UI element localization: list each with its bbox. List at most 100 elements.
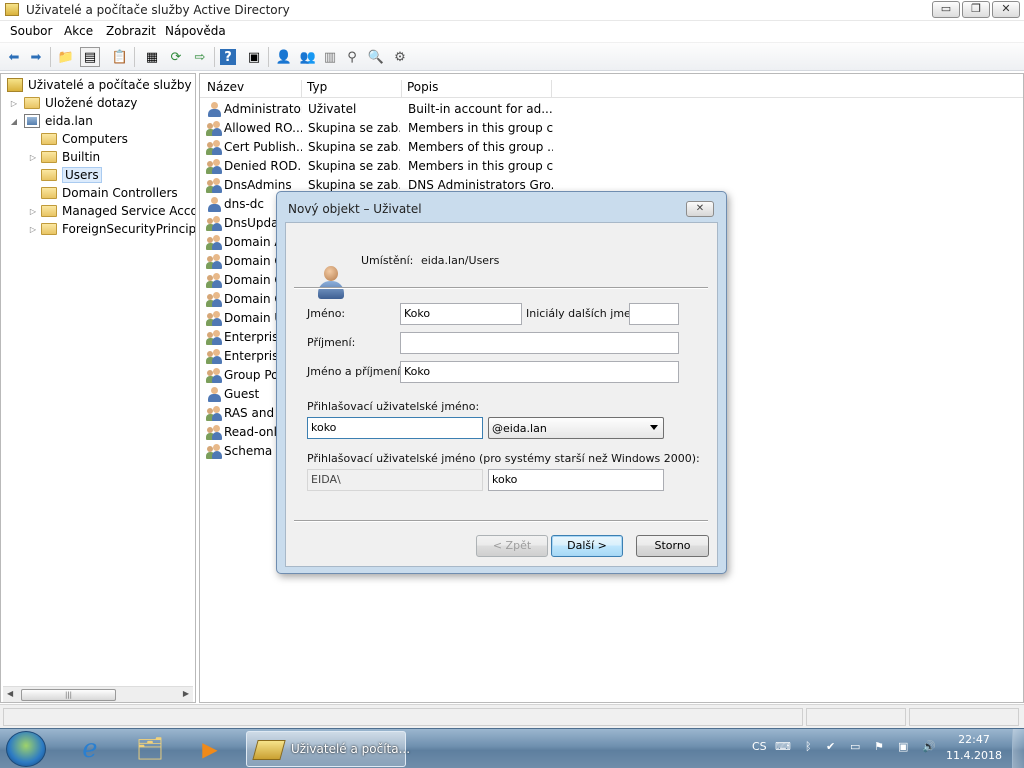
- cell-type: Skupina se zab...: [308, 159, 400, 173]
- keyboard-icon[interactable]: ⌨: [775, 740, 791, 753]
- column-header-type[interactable]: Typ: [307, 80, 402, 98]
- tree-item-managed-service-accounts[interactable]: ▷ Managed Service Accounts: [28, 202, 195, 220]
- divider: [294, 287, 708, 289]
- tree-item-domain[interactable]: ◢ eida.lan: [9, 112, 93, 130]
- tree-item-label: Users: [62, 167, 102, 183]
- tree-item-users[interactable]: Users: [41, 166, 102, 184]
- group-icon: [206, 159, 222, 174]
- properties-icon[interactable]: 📋: [110, 47, 130, 67]
- filter-icon[interactable]: ⚲: [342, 47, 362, 67]
- column-header-description[interactable]: Popis: [407, 80, 552, 98]
- vmware-icon[interactable]: ▭: [850, 740, 860, 753]
- show-tree-icon[interactable]: ▤: [80, 47, 100, 67]
- menu-help[interactable]: Nápověda: [165, 24, 226, 38]
- tree-item-saved-queries[interactable]: ▷ Uložené dotazy: [9, 94, 137, 112]
- close-button[interactable]: ✕: [992, 1, 1020, 18]
- list-item[interactable]: Allowed RO... Skupina se zab... Members in…: [200, 119, 1023, 138]
- tree-horizontal-scrollbar[interactable]: ◀ ||| ▶: [3, 686, 193, 702]
- window-titlebar: Uživatelé a počítače služby Active Direc…: [0, 0, 1024, 21]
- back-arrow-icon[interactable]: ⬅: [4, 47, 24, 67]
- taskbar-app-active-directory[interactable]: Uživatelé a počíta...: [246, 731, 410, 767]
- menu-view[interactable]: Zobrazit: [106, 24, 156, 38]
- logon-name-label: Přihlašovací uživatelské jméno:: [307, 400, 480, 413]
- collapse-arrow-icon[interactable]: ◢: [9, 117, 19, 126]
- volume-icon[interactable]: 🔊: [922, 740, 936, 753]
- cancel-button[interactable]: Storno: [636, 535, 709, 557]
- column-header-name[interactable]: Název: [207, 80, 302, 98]
- start-button[interactable]: [6, 731, 46, 767]
- upn-suffix-select[interactable]: @eida.lan: [488, 417, 664, 439]
- scroll-right-icon[interactable]: ▶: [183, 689, 189, 698]
- maximize-button[interactable]: ❐: [962, 1, 990, 18]
- new-group-icon[interactable]: 👥: [298, 47, 318, 67]
- next-button[interactable]: Další >: [551, 535, 623, 557]
- location-label: Umístění:: [361, 254, 414, 267]
- flag-icon[interactable]: ⚑: [874, 740, 884, 753]
- tree-item-label: Uložené dotazy: [45, 96, 138, 110]
- new-ou-icon[interactable]: ▥: [320, 47, 340, 67]
- expand-arrow-icon[interactable]: ▷: [28, 207, 38, 216]
- first-name-input[interactable]: Koko: [400, 303, 522, 325]
- expand-arrow-icon[interactable]: ▷: [9, 99, 19, 108]
- language-indicator[interactable]: CS: [752, 740, 767, 753]
- export-icon[interactable]: ⇨: [190, 47, 210, 67]
- up-folder-icon[interactable]: 📁: [56, 47, 76, 67]
- legacy-logon-input[interactable]: koko: [488, 469, 664, 491]
- group-icon: [206, 368, 222, 383]
- group-icon: [206, 349, 222, 364]
- show-desktop-button[interactable]: [1012, 729, 1024, 768]
- action-center-icon[interactable]: ✔: [826, 740, 835, 753]
- minimize-button[interactable]: ▭: [932, 1, 960, 18]
- tree-item-foreign-security-principals[interactable]: ▷ ForeignSecurityPrincipals: [28, 220, 195, 238]
- help-icon[interactable]: ?: [220, 49, 236, 65]
- status-bar: [0, 704, 1024, 728]
- back-button[interactable]: < Zpět: [476, 535, 548, 557]
- tree-item-builtin[interactable]: ▷ Builtin: [28, 148, 100, 166]
- media-player-icon[interactable]: ▶: [184, 732, 236, 766]
- folder-icon: [41, 223, 57, 235]
- cell-desc: Built-in account for ad...: [408, 102, 553, 116]
- status-box-main: [3, 708, 803, 726]
- clock[interactable]: 22:47 11.4.2018: [946, 732, 1002, 764]
- initials-label: Iniciály dalších jmen:: [526, 307, 642, 320]
- move-icon[interactable]: ⚙: [390, 47, 410, 67]
- toolbar-separator: [214, 47, 215, 67]
- new-user-icon[interactable]: 👤: [274, 47, 294, 67]
- network-icon[interactable]: ▣: [898, 740, 908, 753]
- list-item[interactable]: Administrator Uživatel Built-in account fo…: [200, 100, 1023, 119]
- export-list-icon[interactable]: ▦: [142, 47, 162, 67]
- menu-file[interactable]: Soubor: [10, 24, 52, 38]
- expand-arrow-icon[interactable]: ▷: [28, 153, 38, 162]
- menu-action[interactable]: Akce: [64, 24, 93, 38]
- bluetooth-icon[interactable]: ᛒ: [805, 740, 812, 753]
- full-name-input[interactable]: Koko: [400, 361, 679, 383]
- scroll-left-icon[interactable]: ◀: [7, 689, 13, 698]
- scrollbar-thumb[interactable]: |||: [21, 689, 116, 701]
- user-icon: [207, 387, 221, 402]
- last-name-input[interactable]: [400, 332, 679, 354]
- refresh-icon[interactable]: ⟳: [166, 47, 186, 67]
- dialog-close-button[interactable]: ✕: [686, 201, 714, 217]
- initials-input[interactable]: [629, 303, 679, 325]
- group-icon: [206, 425, 222, 440]
- internet-explorer-icon[interactable]: ℯ: [64, 732, 116, 766]
- cell-name: Allowed RO...: [224, 121, 302, 135]
- list-item[interactable]: Denied ROD... Skupina se zab... Members in…: [200, 157, 1023, 176]
- explorer-folder-icon[interactable]: 🗂: [124, 732, 176, 766]
- list-item[interactable]: Cert Publish... Skupina se zab... Members …: [200, 138, 1023, 157]
- view-icon[interactable]: ▣: [244, 47, 264, 67]
- cell-desc: Members in this group c...: [408, 121, 553, 135]
- toolbar: ⬅ ➡ 📁 ▤ 📋 ▦ ⟳ ⇨ ? ▣ 👤 👥 ▥ ⚲ 🔍 ⚙: [0, 43, 1024, 71]
- tree-root[interactable]: Uživatelé a počítače služby Active Direc…: [7, 76, 195, 94]
- cell-type: Skupina se zab...: [308, 121, 400, 135]
- legacy-logon-label: Přihlašovací uživatelské jméno (pro syst…: [307, 452, 700, 465]
- tree-item-computers[interactable]: Computers: [41, 130, 128, 148]
- find-icon[interactable]: 🔍: [366, 47, 386, 67]
- active-directory-app-icon: [5, 3, 19, 16]
- cell-name: DnsAdmins: [224, 178, 292, 192]
- group-icon: [206, 292, 222, 307]
- forward-arrow-icon[interactable]: ➡: [26, 47, 46, 67]
- expand-arrow-icon[interactable]: ▷: [28, 225, 38, 234]
- logon-name-input[interactable]: koko: [307, 417, 483, 439]
- tree-item-domain-controllers[interactable]: Domain Controllers: [41, 184, 178, 202]
